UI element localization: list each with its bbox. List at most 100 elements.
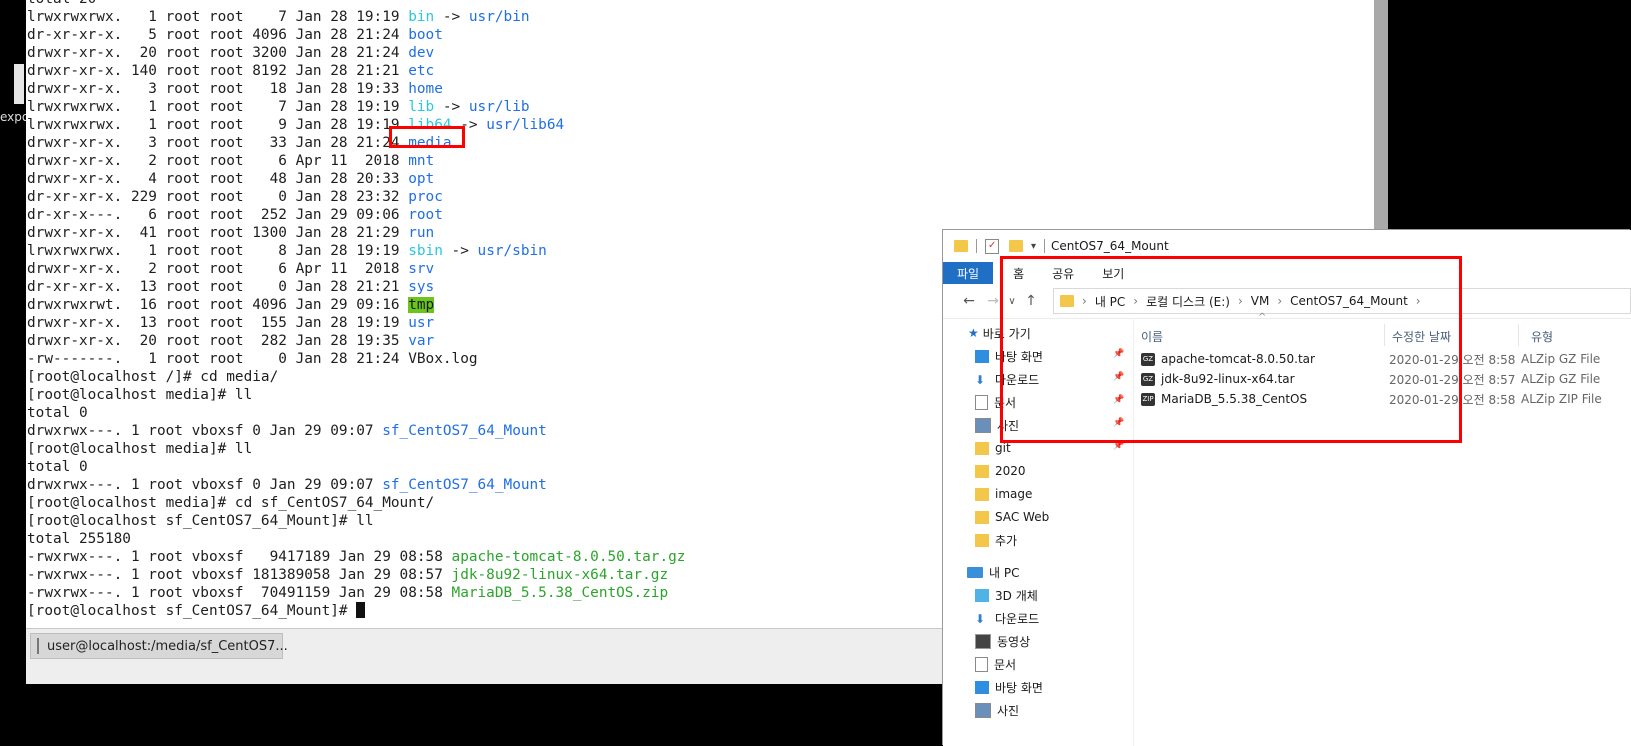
terminal-line: drwxr-xr-x. 20 root root 3200 Jan 28 21:…: [27, 44, 685, 62]
terminal-text: dr-xr-xr-x. 229 root root 0 Jan 28 23:32: [27, 189, 409, 205]
nav-item[interactable]: 문서: [975, 653, 1016, 675]
new-folder-icon[interactable]: [1009, 240, 1023, 252]
nav-item[interactable]: ⬇ 다운로드: [975, 607, 1039, 629]
terminal-text: drwxrwx---. 1 root vboxsf 0 Jan 29 09:07: [27, 477, 383, 493]
nav-item[interactable]: SAC Web: [975, 506, 1049, 528]
terminal-entry-name: sbin: [408, 243, 443, 259]
video-icon: [975, 633, 991, 649]
terminal-text: drwxr-xr-x. 2 root root 6 Apr 11 2018: [27, 153, 409, 169]
terminal-line: dr-xr-x---. 6 root root 252 Jan 29 09:06…: [27, 206, 685, 224]
terminal-output: total 20lrwxrwxrwx. 1 root root 7 Jan 28…: [27, 0, 685, 620]
terminal-line: drwxr-xr-x. 41 root root 1300 Jan 28 21:…: [27, 224, 685, 242]
terminal-text: drwxr-xr-x. 20 root root 282 Jan 28 19:3…: [27, 333, 409, 349]
folder-icon: [975, 441, 989, 455]
terminal-entry-name: run: [408, 225, 435, 241]
terminal-entry-name: MariaDB_5.5.38_CentOS.zip: [451, 585, 669, 601]
terminal-line: total 0: [27, 404, 685, 422]
terminal-entry-name: boot: [408, 27, 443, 43]
highlight-box-files: [1000, 256, 1462, 443]
nav-item[interactable]: image: [975, 483, 1032, 505]
terminal-line: drwxr-xr-x. 4 root root 48 Jan 28 20:33 …: [27, 170, 685, 188]
nav-item[interactable]: 동영상: [975, 630, 1030, 652]
computer-icon: [967, 566, 983, 578]
terminal-text: drwxr-xr-x. 2 root root 6 Apr 11 2018: [27, 261, 409, 277]
highlight-box-media: [389, 126, 465, 148]
terminal-text: dr-xr-xr-x. 5 root root 4096 Jan 28 21:2…: [27, 27, 409, 43]
nav-this-pc[interactable]: 내 PC: [967, 561, 1019, 583]
nav-label: 사진: [997, 703, 1020, 718]
terminal-line: dr-xr-xr-x. 13 root root 0 Jan 28 21:21 …: [27, 278, 685, 296]
terminal-line: [root@localhost media]# ll: [27, 386, 685, 404]
terminal-line: -rw-------. 1 root root 0 Jan 28 21:24 V…: [27, 350, 685, 368]
terminal-text: drwxr-xr-x. 20 root root 3200 Jan 28 21:…: [27, 45, 409, 61]
terminal-text: drwxr-xr-x. 4 root root 48 Jan 28 20:33: [27, 171, 409, 187]
nav-label: 다운로드: [995, 611, 1040, 626]
taskbar-terminal-item[interactable]: user@localhost:/media/sf_CentOS7...: [30, 633, 288, 659]
terminal-entry-name: sf_CentOS7_64_Mount: [382, 477, 547, 493]
terminal-entry-name: usr: [408, 315, 435, 331]
terminal-text: total 0: [27, 405, 88, 421]
terminal-text: drwxrwxrwt. 16 root root 4096 Jan 29 09:…: [27, 297, 409, 313]
nav-item[interactable]: 2020: [975, 460, 1026, 482]
nav-label: image: [995, 487, 1033, 501]
terminal-line: drwxr-xr-x. 3 root root 18 Jan 28 19:33 …: [27, 80, 685, 98]
nav-label: 문서: [994, 657, 1017, 672]
download-icon: ⬇: [975, 372, 986, 387]
terminal-entry-name: root: [408, 207, 443, 223]
terminal-entry-name: mnt: [408, 153, 435, 169]
tab-file[interactable]: 파일: [943, 262, 994, 284]
terminal-line: lrwxrwxrwx. 1 root root 9 Jan 28 19:19 l…: [27, 116, 685, 134]
terminal-line: drwxrwx---. 1 root vboxsf 0 Jan 29 09:07…: [27, 422, 685, 440]
download-icon: ⬇: [975, 611, 986, 626]
terminal-text: -rwxrwx---. 1 root vboxsf 181389058 Jan …: [27, 567, 452, 583]
terminal-entry-name: lib: [408, 99, 435, 115]
cube-icon: [975, 588, 989, 602]
folder-icon: [975, 533, 989, 547]
nav-item[interactable]: 3D 개체: [975, 584, 1038, 606]
picture-icon: [975, 417, 991, 433]
column-header-type[interactable]: 유형: [1531, 328, 1553, 345]
terminal-text: total 20: [27, 0, 96, 7]
terminal-text: [root@localhost media]# ll: [27, 387, 253, 403]
terminal-text: dr-xr-xr-x. 13 root root 0 Jan 28 21:21: [27, 279, 409, 295]
terminal-entry-name: srv: [408, 261, 435, 277]
quick-access-dropdown-icon[interactable]: ▾: [1031, 241, 1036, 252]
terminal-link-target: usr/lib64: [486, 117, 565, 133]
terminal-line: dr-xr-xr-x. 229 root root 0 Jan 28 23:32…: [27, 188, 685, 206]
file-type: ALZip ZIP File: [1521, 392, 1602, 406]
divider: [1518, 324, 1519, 346]
picture-icon: [975, 702, 991, 718]
terminal-line: lrwxrwxrwx. 1 root root 7 Jan 28 19:19 l…: [27, 98, 685, 116]
nav-item[interactable]: 추가: [975, 529, 1017, 551]
window-title: CentOS7_64_Mount: [1051, 239, 1169, 253]
file-explorer-window[interactable]: ✓ ▾ CentOS7_64_Mount 파일 홈 공유 보기 ← → ∨ ↑ …: [943, 230, 1631, 746]
nav-item[interactable]: 사진: [975, 699, 1019, 721]
properties-icon[interactable]: ✓: [985, 238, 999, 254]
terminal-line: total 0: [27, 458, 685, 476]
terminal-icon: [37, 638, 39, 654]
terminal-entry-name: bin: [408, 9, 435, 25]
star-icon: ★: [968, 326, 979, 340]
terminal-line: lrwxrwxrwx. 1 root root 8 Jan 28 19:19 s…: [27, 242, 685, 260]
terminal-text: [root@localhost media]# cd sf_CentOS7_64…: [27, 495, 435, 511]
terminal-line: lrwxrwxrwx. 1 root root 7 Jan 28 19:19 b…: [27, 8, 685, 26]
terminal-text: lrwxrwxrwx. 1 root root 7 Jan 28 19:19: [27, 9, 409, 25]
terminal-text: -rwxrwx---. 1 root vboxsf 70491159 Jan 2…: [27, 585, 452, 601]
terminal-entry-name: dev: [408, 45, 435, 61]
back-arrow-icon[interactable]: ←: [957, 293, 981, 309]
nav-item[interactable]: 바탕 화면: [975, 676, 1043, 698]
folder-icon: [975, 487, 989, 501]
terminal-line: total 255180: [27, 530, 685, 548]
terminal-text: drwxr-xr-x. 3 root root 33 Jan 28 21:24: [27, 135, 409, 151]
terminal-line: drwxr-xr-x. 140 root root 8192 Jan 28 21…: [27, 62, 685, 80]
terminal-entry-name: apache-tomcat-8.0.50.tar.gz: [451, 549, 686, 565]
terminal-entry-name: proc: [408, 189, 443, 205]
document-icon: [975, 656, 988, 672]
folder-icon: [975, 464, 989, 478]
terminal-text: lrwxrwxrwx. 1 root root 8 Jan 28 19:19: [27, 243, 409, 259]
terminal-line: [root@localhost media]# cd sf_CentOS7_64…: [27, 494, 685, 512]
terminal-entry-name: jdk-8u92-linux-x64.tar.gz: [451, 567, 669, 583]
terminal-link-target: usr/lib: [468, 99, 530, 115]
terminal-line: [root@localhost sf_CentOS7_64_Mount]# ll: [27, 512, 685, 530]
terminal-text: total 255180: [27, 531, 131, 547]
